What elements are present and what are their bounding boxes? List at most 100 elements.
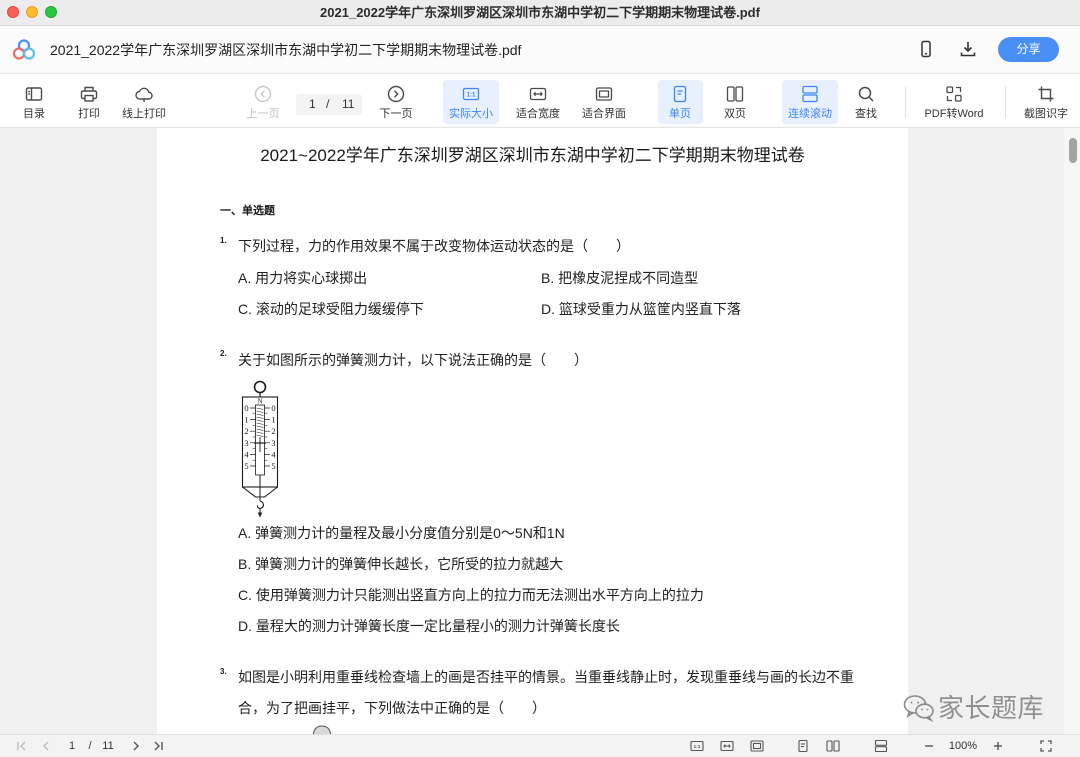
file-name: 2021_2022学年广东深圳罗湖区深圳市东湖中学初二下学期期末物理试卷.pdf: [50, 42, 522, 58]
option-a: A. 用力将实心球掷出: [238, 270, 368, 286]
pdf-to-word-icon: [946, 86, 962, 102]
find-button[interactable]: 查找: [834, 84, 898, 121]
question-text: 下列过程，力的作用效果不属于改变物体运动状态的是（ ）: [238, 238, 630, 254]
next-page-icon: [387, 85, 405, 103]
status-current-page[interactable]: 1: [69, 735, 75, 757]
actual-size-button[interactable]: 1:1 实际大小: [443, 80, 499, 124]
share-button[interactable]: 分享: [998, 37, 1059, 62]
current-page-number: 1: [309, 97, 316, 111]
option-d: D. 量程大的测力计弹簧长度一定比量程小的测力计弹簧长度长: [238, 618, 620, 634]
option-b: B. 弹簧测力计的弹簧伸长越长，它所受的拉力就越大: [238, 556, 564, 572]
fit-page-button[interactable]: 适合界面: [572, 84, 636, 121]
actual-size-label: 实际大小: [449, 108, 493, 120]
prev-page-label: 上一页: [246, 108, 280, 120]
fit-width-icon[interactable]: [720, 739, 734, 753]
double-page-label: 双页: [724, 108, 746, 120]
document-title: 2021~2022学年广东深圳罗湖区深圳市东湖中学初二下学期期末物理试卷: [260, 146, 805, 165]
total-pages: 11: [342, 97, 355, 111]
actual-size-icon[interactable]: 1:1: [690, 739, 704, 753]
page-separator: /: [326, 97, 330, 111]
option-d: D. 篮球受重力从篮筐内竖直下落: [541, 301, 741, 317]
first-page-icon[interactable]: [15, 739, 29, 753]
actual-size-icon: 1:1: [462, 87, 480, 101]
option-b: B. 把橡皮泥捏成不同造型: [541, 270, 699, 286]
scale-label-right: 3: [271, 438, 275, 448]
find-label: 查找: [855, 108, 877, 120]
scale-label-left: 3: [244, 438, 248, 448]
phone-icon[interactable]: [916, 39, 936, 59]
scale-label-left: 5: [244, 461, 248, 471]
scrollbar-thumb[interactable]: [1069, 138, 1077, 163]
fit-width-button[interactable]: 适合宽度: [506, 84, 570, 121]
prev-page-button[interactable]: 上一页: [231, 84, 295, 121]
pdf-page: 2021~2022学年广东深圳罗湖区深圳市东湖中学初二下学期期末物理试卷 一、单…: [157, 128, 908, 734]
crop-icon: [1038, 86, 1054, 102]
zoom-level[interactable]: 100%: [949, 735, 977, 757]
fit-page-icon: [595, 87, 613, 101]
question-text: 关于如图所示的弹簧测力计，以下说法正确的是（ ）: [238, 352, 588, 368]
question-text: 合，为了把画挂平，下列做法中正确的是（ ）: [238, 700, 546, 716]
option-c: C. 滚动的足球受阻力缓缓停下: [238, 301, 424, 317]
pdf-to-word-button[interactable]: PDF转Word: [919, 84, 989, 121]
online-print-button[interactable]: 线上打印: [112, 84, 176, 121]
scale-label-right: 1: [271, 415, 275, 425]
page-number-input[interactable]: 1 / 11: [296, 94, 362, 115]
double-page-button[interactable]: 双页: [703, 84, 767, 121]
zoom-in-icon[interactable]: [991, 739, 1005, 753]
continuous-scroll-button[interactable]: 连续滚动: [782, 80, 838, 124]
wechat-icon: [903, 695, 934, 722]
option-c: C. 使用弹簧测力计只能测出竖直方向上的拉力而无法测出水平方向上的拉力: [238, 587, 704, 603]
scale-unit: N: [257, 398, 262, 406]
search-icon: [858, 86, 874, 102]
prev-page-icon[interactable]: [39, 739, 53, 753]
question-number: 3.: [220, 667, 227, 676]
toc-icon: [25, 87, 43, 101]
fit-width-icon: [529, 87, 547, 101]
continuous-scroll-label: 连续滚动: [788, 108, 832, 120]
plumb-line-figure: [312, 725, 332, 734]
double-page-icon[interactable]: [826, 739, 840, 753]
scale-label-right: 5: [271, 461, 275, 471]
single-page-icon: [673, 85, 687, 103]
question-number: 1.: [220, 236, 227, 245]
pdf-to-word-label: PDF转Word: [924, 108, 984, 120]
scrollbar-track[interactable]: [1064, 128, 1080, 734]
pdf-reader-window: 2021_2022学年广东深圳罗湖区深圳市东湖中学初二下学期期末物理试卷.pdf…: [0, 0, 1080, 757]
online-print-label: 线上打印: [122, 108, 166, 120]
printer-icon: [80, 86, 98, 102]
single-page-label: 单页: [669, 108, 691, 120]
screenshot-ocr-button[interactable]: 截图识字: [1018, 84, 1074, 121]
cloud-print-icon: [135, 87, 153, 102]
fullscreen-icon[interactable]: [1039, 739, 1053, 753]
scale-label-left: 1: [244, 415, 248, 425]
scale-label-left: 0: [244, 403, 248, 413]
document-viewer[interactable]: 2021~2022学年广东深圳罗湖区深圳市东湖中学初二下学期期末物理试卷 一、单…: [0, 128, 1080, 734]
status-total-pages: 11: [102, 740, 114, 752]
next-page-button[interactable]: 下一页: [364, 84, 428, 121]
continuous-scroll-icon: [802, 85, 818, 103]
scale-label-right: 2: [271, 426, 275, 436]
single-page-icon[interactable]: [796, 739, 810, 753]
option-a: A. 弹簧测力计的量程及最小分度值分别是0～5N和1N: [238, 525, 565, 541]
window-title: 2021_2022学年广东深圳罗湖区深圳市东湖中学初二下学期期末物理试卷.pdf: [320, 5, 760, 20]
download-icon[interactable]: [958, 39, 978, 59]
question-text: 如图是小明利用重垂线检查墙上的画是否挂平的情景。当重垂线静止时，发现重垂线与画的…: [238, 669, 854, 685]
fit-width-label: 适合宽度: [516, 108, 560, 120]
prev-page-icon: [254, 85, 272, 103]
next-page-icon[interactable]: [129, 739, 143, 753]
status-bar: 1 / 11 1:1 100%: [0, 734, 1080, 757]
screenshot-ocr-label: 截图识字: [1024, 108, 1068, 120]
app-logo: [12, 39, 36, 60]
fit-page-label: 适合界面: [582, 108, 626, 120]
double-page-icon: [726, 86, 744, 102]
single-page-button[interactable]: 单页: [657, 80, 703, 124]
continuous-scroll-icon[interactable]: [874, 739, 888, 753]
fit-page-icon[interactable]: [750, 739, 764, 753]
toolbar: 目录 打印 线上打印 上一页 1 / 11 下一页 1:1 实际大小 适合宽度 …: [0, 74, 1080, 128]
spring-scale-figure: N 0 1 2 3 4 5 0 1 2 3 4 5: [241, 380, 279, 518]
actual-size-glyph: 1:1: [467, 92, 476, 98]
zoom-out-icon[interactable]: [922, 739, 936, 753]
toolbar-divider: [905, 86, 906, 118]
question-number: 2.: [220, 349, 227, 358]
last-page-icon[interactable]: [151, 739, 165, 753]
